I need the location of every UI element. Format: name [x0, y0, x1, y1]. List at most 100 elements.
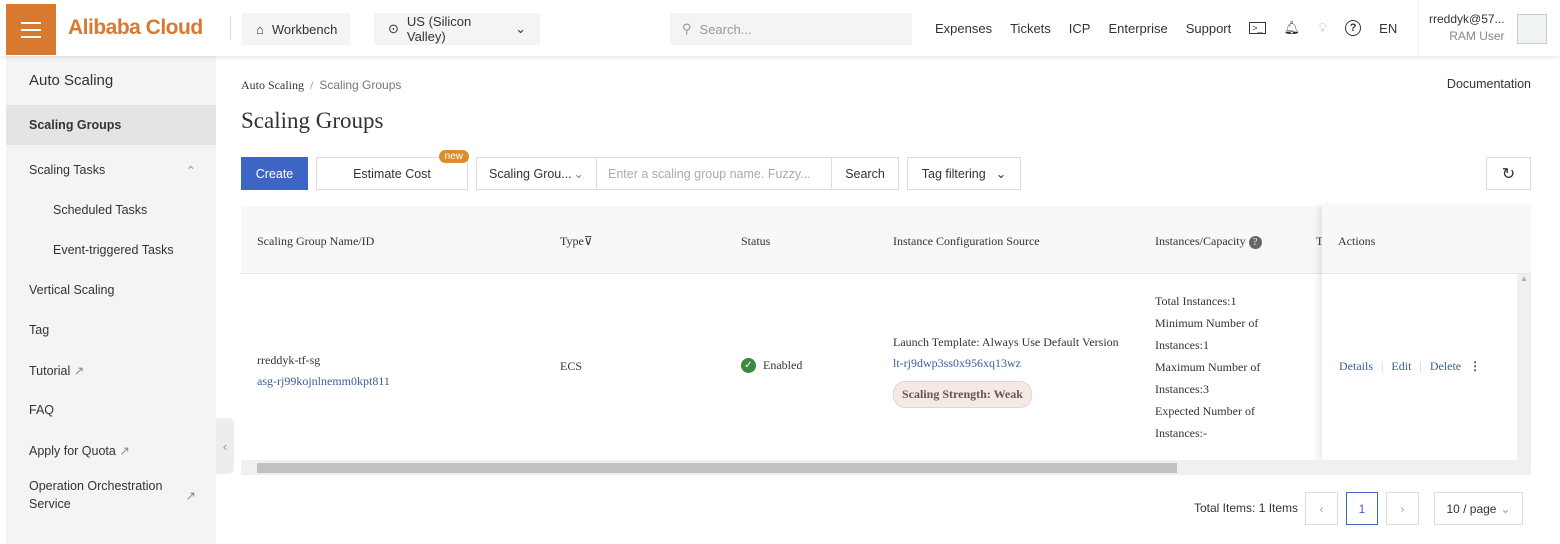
- workbench-button[interactable]: ⌂ Workbench: [242, 13, 350, 45]
- more-icon[interactable]: ⋮: [1469, 359, 1481, 374]
- sidebar-item-event-triggered-tasks[interactable]: Event-triggered Tasks: [6, 230, 216, 270]
- help-icon[interactable]: ?: [1248, 236, 1262, 249]
- col-status: Status: [741, 234, 771, 248]
- tag-filter-button[interactable]: Tag filtering ⌄: [907, 157, 1021, 190]
- label: Tag filtering: [921, 166, 986, 181]
- sidebar-item-tutorial[interactable]: Tutorial ↗: [6, 350, 216, 390]
- lightbulb-icon[interactable]: 💡︎: [1318, 20, 1327, 36]
- menu-icon[interactable]: [6, 4, 56, 55]
- group-id-link[interactable]: asg-rj99kojnlnemm0kpt811: [257, 371, 390, 392]
- avatar[interactable]: [1517, 14, 1547, 44]
- vertical-scrollbar[interactable]: ▲: [1517, 274, 1531, 460]
- logo[interactable]: Alibaba Cloud: [68, 16, 203, 40]
- table-row: rreddyk-tf-sg asg-rj99kojnlnemm0kpt811: [257, 350, 390, 392]
- col-type[interactable]: Type⊽: [560, 234, 593, 249]
- max-instances-value: Instances:3: [1155, 382, 1209, 396]
- sidebar-item-oos[interactable]: Operation Orchestration Service ↗: [6, 470, 216, 520]
- prev-page-button[interactable]: ‹: [1305, 492, 1338, 525]
- home-icon: ⌂: [256, 21, 264, 37]
- horizontal-scrollbar[interactable]: [241, 460, 1531, 475]
- breadcrumb-root[interactable]: Auto Scaling: [241, 78, 304, 92]
- scaling-group-search-input[interactable]: Enter a scaling group name. Fuzzy...: [596, 157, 832, 190]
- help-icon[interactable]: ?: [1345, 20, 1362, 36]
- next-page-button[interactable]: ›: [1386, 492, 1419, 525]
- group-name: rreddyk-tf-sg: [257, 353, 321, 367]
- min-instances-label: Minimum Number of: [1155, 316, 1259, 330]
- global-search[interactable]: ⚲ Search...: [670, 13, 912, 45]
- external-link-icon: ↗: [185, 488, 196, 503]
- user-menu[interactable]: rreddyk@57... RAM User: [1418, 0, 1505, 56]
- nav-support[interactable]: Support: [1186, 21, 1232, 36]
- nav-enterprise[interactable]: Enterprise: [1108, 21, 1167, 36]
- label: Scaling Tasks: [29, 163, 106, 177]
- chevron-down-icon: ⌄: [1500, 501, 1511, 516]
- user-name: rreddyk@57...: [1429, 12, 1505, 26]
- refresh-icon: ↻: [1501, 165, 1516, 183]
- col-actions: Actions: [1322, 206, 1531, 274]
- source-text: Launch Template: Always Use Default Vers…: [893, 335, 1119, 349]
- page-title: Scaling Groups: [241, 108, 384, 133]
- template-id-link[interactable]: lt-rj9dwp3ss0x956xq13wz: [893, 353, 1119, 374]
- external-link-icon: ↗: [119, 443, 130, 458]
- sidebar-item-scheduled-tasks[interactable]: Scheduled Tasks: [6, 190, 216, 230]
- sidebar-item-faq[interactable]: FAQ: [6, 390, 216, 430]
- col-name: Scaling Group Name/ID: [257, 234, 375, 248]
- collapse-sidebar-button[interactable]: ‹: [216, 418, 234, 474]
- sidebar-item-vertical-scaling[interactable]: Vertical Scaling: [6, 270, 216, 310]
- chevron-down-icon: ⌄: [573, 167, 584, 181]
- min-instances-value: Instances:1: [1155, 338, 1209, 352]
- filter-field-select[interactable]: Scaling Grou... ⌄: [476, 157, 597, 190]
- bell-icon[interactable]: 🔔︎: [1284, 20, 1301, 36]
- search-input[interactable]: Search...: [700, 22, 752, 37]
- total-instances: Total Instances:1: [1155, 294, 1237, 308]
- breadcrumb-sep: /: [310, 78, 314, 92]
- max-instances-label: Maximum Number of: [1155, 360, 1261, 374]
- location-icon: ⊙: [388, 21, 399, 36]
- label: Scheduled Tasks: [53, 203, 148, 217]
- workbench-label: Workbench: [271, 21, 338, 37]
- sidebar-item-scaling-groups[interactable]: Scaling Groups: [6, 105, 216, 145]
- breadcrumb: Auto Scaling / Scaling Groups: [241, 78, 401, 93]
- page-size-select[interactable]: 10 / page ⌄: [1434, 492, 1523, 525]
- search-button[interactable]: Search: [831, 157, 899, 190]
- instances-info: Total Instances:1 Minimum Number of Inst…: [1155, 290, 1260, 444]
- region-select[interactable]: ⊙ US (Silicon Valley) ⌄: [374, 13, 540, 45]
- sidebar-item-apply-for-quota[interactable]: Apply for Quota ↗: [6, 430, 216, 470]
- delete-link[interactable]: Delete: [1430, 359, 1461, 374]
- sidebar-title: Auto Scaling: [29, 72, 114, 89]
- sidebar-item-tag[interactable]: Tag: [6, 310, 216, 350]
- edit-link[interactable]: Edit: [1391, 359, 1411, 374]
- sidebar-item-scaling-tasks[interactable]: Scaling Tasks ⌃: [6, 150, 216, 190]
- documentation-link[interactable]: Documentation: [1447, 77, 1531, 91]
- nav-expenses[interactable]: Expenses: [935, 21, 992, 36]
- chevron-down-icon: ⌄: [515, 21, 526, 36]
- estimate-cost-button[interactable]: Estimate Cost new: [316, 150, 469, 190]
- external-link-icon: ↗: [73, 363, 85, 378]
- create-button[interactable]: Create: [241, 157, 308, 190]
- nav-icp[interactable]: ICP: [1069, 21, 1091, 36]
- check-circle-icon: ✓: [741, 358, 756, 373]
- nav-tickets[interactable]: Tickets: [1010, 21, 1051, 36]
- language-select[interactable]: EN: [1379, 21, 1397, 36]
- label: Scaling Groups: [29, 118, 122, 132]
- col-source: Instance Configuration Source: [893, 234, 1040, 248]
- row-actions: Details | Edit | Delete ⋮: [1339, 359, 1482, 374]
- label: Event-triggered Tasks: [53, 243, 174, 257]
- user-role: RAM User: [1449, 29, 1505, 43]
- details-link[interactable]: Details: [1339, 359, 1373, 374]
- page-1-button[interactable]: 1: [1346, 492, 1378, 525]
- refresh-button[interactable]: ↻: [1486, 157, 1531, 190]
- col-instances: Instances/Capacity ?: [1155, 234, 1262, 249]
- label: Instances/Capacity: [1155, 234, 1246, 248]
- config-source: Launch Template: Always Use Default Vers…: [893, 332, 1119, 408]
- terminal-icon[interactable]: >_: [1249, 22, 1266, 34]
- label: Operation Orchestration Service: [29, 479, 163, 511]
- filter-icon[interactable]: ⊽: [584, 234, 593, 248]
- label: FAQ: [29, 403, 55, 417]
- breadcrumb-current: Scaling Groups: [319, 78, 402, 92]
- label: Vertical Scaling: [29, 283, 115, 297]
- group-type: ECS: [560, 359, 583, 373]
- scaling-strength-badge: Scaling Strength: Weak: [893, 381, 1032, 408]
- label: 10 / page: [1446, 501, 1497, 516]
- scrollbar-thumb[interactable]: [257, 463, 1177, 473]
